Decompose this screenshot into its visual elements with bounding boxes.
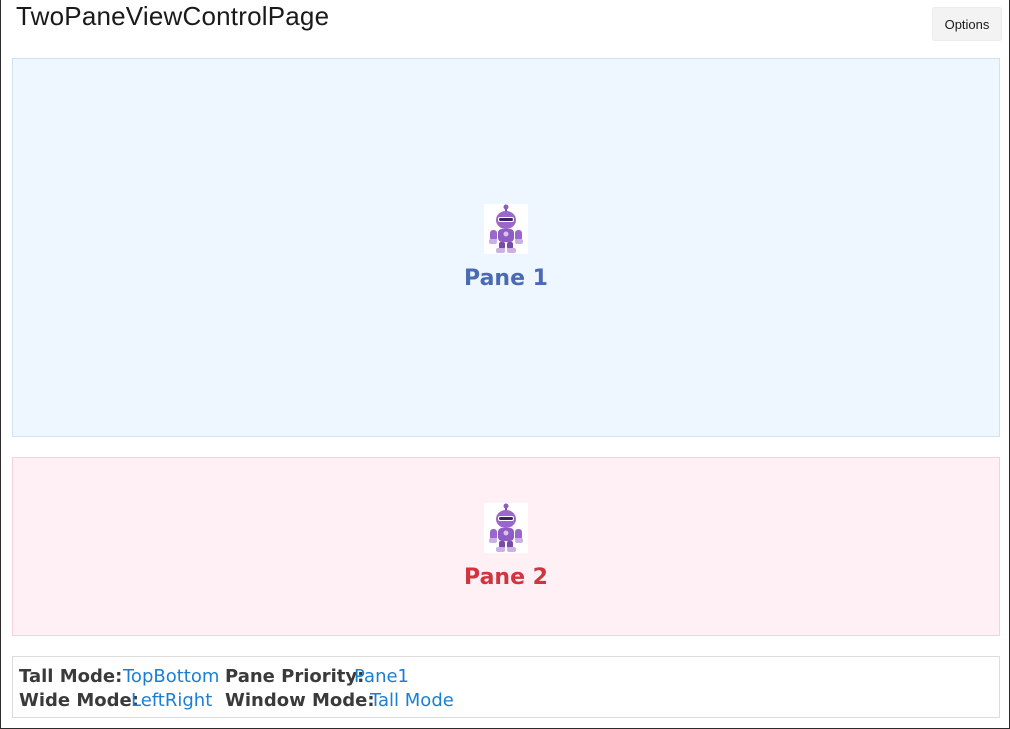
wide-mode-label: Wide Mode:	[19, 690, 139, 711]
window-mode-label: Window Mode:	[225, 690, 375, 711]
options-button[interactable]: Options	[932, 7, 1002, 41]
pane-priority-label: Pane Priority:	[225, 666, 365, 687]
pane-2: Pane 2	[12, 457, 1000, 636]
bot-mascot-icon	[484, 503, 528, 553]
bot-mascot-icon	[484, 204, 528, 254]
pane-1-label: Pane 1	[464, 266, 548, 291]
app-window: TwoPaneViewControlPage Options Pane 1 Pa…	[0, 0, 1010, 729]
tall-mode-value: TopBottom	[123, 666, 220, 687]
pane-1: Pane 1	[12, 58, 1000, 437]
page-title: TwoPaneViewControlPage	[16, 1, 330, 31]
pane-2-label: Pane 2	[464, 565, 548, 590]
window-mode-value: Tall Mode	[370, 690, 454, 711]
wide-mode-value: LeftRight	[131, 690, 213, 711]
tall-mode-label: Tall Mode:	[19, 666, 123, 687]
status-panel: Tall Mode: TopBottom Pane Priority: Pane…	[12, 656, 1000, 718]
pane-priority-value: Pane1	[354, 666, 410, 687]
